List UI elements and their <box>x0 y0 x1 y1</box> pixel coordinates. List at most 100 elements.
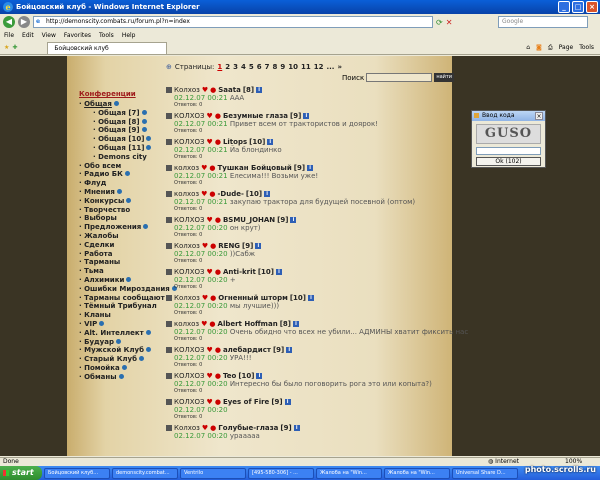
menu-file[interactable]: File <box>4 30 14 41</box>
clan-name[interactable]: колхоз <box>174 190 199 198</box>
sidebar-item[interactable]: · Мнения <box>79 188 169 197</box>
sidebar-item[interactable]: · Будуар <box>79 338 169 347</box>
page-link[interactable]: 9 <box>280 63 285 71</box>
sidebar-item[interactable]: · Общая [9] <box>79 126 169 135</box>
author-name[interactable]: BSMU_JOHAN <box>223 216 275 224</box>
sidebar-item[interactable]: · Общая [8] <box>79 118 169 127</box>
taskbar-window-button[interactable]: demonscity.combat... <box>112 467 178 479</box>
post-title-link[interactable]: ААА <box>230 94 244 102</box>
taskbar-window-button[interactable]: Бойцовский клуб... <box>44 467 110 479</box>
search-input[interactable]: Google <box>498 16 588 28</box>
sidebar-item[interactable]: · Тёмный Трибунал <box>79 302 169 311</box>
next-page-link[interactable]: » <box>337 63 342 71</box>
sidebar-item[interactable]: · Alt. Интеллект <box>79 329 169 338</box>
sidebar-item[interactable]: · Алхимики <box>79 276 169 285</box>
sidebar-item[interactable]: · Ошибки Мироздания <box>79 285 177 294</box>
sidebar-item[interactable]: · Общая [10] <box>79 135 169 144</box>
sidebar-item[interactable]: · Сделки <box>79 241 169 250</box>
add-favorites-icon[interactable]: ✚ <box>12 44 17 51</box>
author-name[interactable]: Eyes of Fire <box>223 398 269 406</box>
info-icon[interactable]: i <box>284 399 291 405</box>
menu-favorites[interactable]: Favorites <box>64 30 91 41</box>
author-name[interactable]: Saata <box>218 86 241 94</box>
forum-search-button[interactable]: найти <box>434 73 455 82</box>
author-name[interactable]: Огненный шторм <box>218 294 288 302</box>
sidebar-item[interactable]: · Помойка <box>79 364 169 373</box>
clan-name[interactable]: КОЛХОЗ <box>174 398 205 406</box>
sidebar-item[interactable]: · Конкурсы <box>79 197 169 206</box>
post-title-link[interactable]: + <box>230 276 236 284</box>
post-title-link[interactable]: Очень обидно что всех не убили... АДМИНЫ… <box>230 328 468 336</box>
captcha-input[interactable] <box>476 147 541 155</box>
post-title-link[interactable]: он крут) <box>230 224 261 232</box>
page-link[interactable]: 11 <box>301 63 311 71</box>
info-icon[interactable]: i <box>307 165 314 171</box>
tab-active[interactable]: Бойцовский клуб <box>47 41 168 54</box>
post-title-link[interactable]: ))Сабж <box>230 250 255 258</box>
page-menu[interactable]: Page <box>559 44 574 52</box>
page-link[interactable]: 7 <box>265 63 270 71</box>
sidebar-item[interactable]: · Старый Клуб <box>79 355 169 364</box>
clan-name[interactable]: Колхоз <box>174 86 200 94</box>
address-input[interactable]: http://demonscity.combats.ru/forum.pl?n=… <box>33 16 433 28</box>
page-link[interactable]: 2 <box>225 63 230 71</box>
clan-name[interactable]: КОЛХОЗ <box>174 268 205 276</box>
info-icon[interactable]: i <box>286 347 293 353</box>
info-icon[interactable]: i <box>307 295 314 301</box>
maximize-button[interactable]: □ <box>572 1 584 13</box>
post-title-link[interactable]: Привет всем от трактористов и доярок! <box>230 120 378 128</box>
menu-tools[interactable]: Tools <box>99 30 114 41</box>
sidebar-item[interactable]: · Тарманы сообщают <box>79 294 169 303</box>
sidebar-item[interactable]: · Обо всем <box>79 162 169 171</box>
sidebar-item[interactable]: · Радио БК <box>79 170 169 179</box>
menu-edit[interactable]: Edit <box>22 30 34 41</box>
author-name[interactable]: Teo <box>223 372 236 380</box>
info-icon[interactable]: i <box>290 217 297 223</box>
taskbar-window-button[interactable]: Жалоба на "Win... <box>316 467 382 479</box>
clan-name[interactable]: колхоз <box>174 164 199 172</box>
clan-name[interactable]: колхоз <box>174 320 199 328</box>
sidebar-item[interactable]: · Работа <box>79 250 169 259</box>
home-icon[interactable]: ⌂ <box>526 44 530 52</box>
feeds-icon[interactable]: ◙ <box>536 44 542 52</box>
sidebar-item[interactable]: · Кланы <box>79 311 169 320</box>
post-title-link[interactable]: урааааа <box>230 432 260 440</box>
clan-name[interactable]: КОЛХОЗ <box>174 138 205 146</box>
post-title-link[interactable]: мы лучшие))) <box>230 302 279 310</box>
print-icon[interactable]: ⎙ <box>548 44 553 52</box>
captcha-close-button[interactable]: × <box>535 112 543 120</box>
post-title-link[interactable]: УРА!!! <box>230 354 252 362</box>
info-icon[interactable]: i <box>292 321 299 327</box>
menu-view[interactable]: View <box>42 30 56 41</box>
tools-menu[interactable]: Tools <box>579 44 594 52</box>
author-name[interactable]: Litops <box>223 138 247 146</box>
page-link[interactable]: 8 <box>272 63 277 71</box>
stop-icon[interactable]: ✕ <box>446 18 453 27</box>
forum-search-input[interactable] <box>366 73 433 82</box>
clan-name[interactable]: КОЛХОЗ <box>174 372 205 380</box>
info-icon[interactable]: i <box>275 269 282 275</box>
taskbar-window-button[interactable]: Universal Share D... <box>452 467 518 479</box>
minimize-button[interactable]: _ <box>558 1 570 13</box>
page-link[interactable]: ... <box>326 63 334 71</box>
sidebar-item[interactable]: · Demons city <box>79 153 169 162</box>
author-name[interactable]: Голубые-глаза <box>218 424 278 432</box>
sidebar-item[interactable]: · Выборы <box>79 214 169 223</box>
sidebar-item[interactable]: · Флуд <box>79 179 169 188</box>
favorites-star-icon[interactable]: ★ <box>4 44 9 51</box>
clan-name[interactable]: Колхоз <box>174 424 200 432</box>
author-name[interactable]: -Dude- <box>218 190 244 198</box>
sidebar-item[interactable]: · Творчество <box>79 206 169 215</box>
captcha-ok-button[interactable]: Ok (102) <box>476 157 541 166</box>
sidebar-item[interactable]: · Мужской Клуб <box>79 346 169 355</box>
post-title-link[interactable]: Интересно бы было поговорить рога это ил… <box>230 380 432 388</box>
taskbar-window-button[interactable]: [495-580-306] - ... <box>248 467 314 479</box>
start-button[interactable]: start <box>0 466 42 480</box>
page-link[interactable]: 10 <box>288 63 298 71</box>
sidebar-item[interactable]: · Тьма <box>79 267 169 276</box>
author-name[interactable]: Albert Hoffman <box>218 320 278 328</box>
refresh-icon[interactable]: ⟳ <box>436 18 443 27</box>
sidebar-item[interactable]: · Предложения <box>79 223 169 232</box>
clan-name[interactable]: КОЛХОЗ <box>174 216 205 224</box>
info-icon[interactable]: i <box>264 191 271 197</box>
